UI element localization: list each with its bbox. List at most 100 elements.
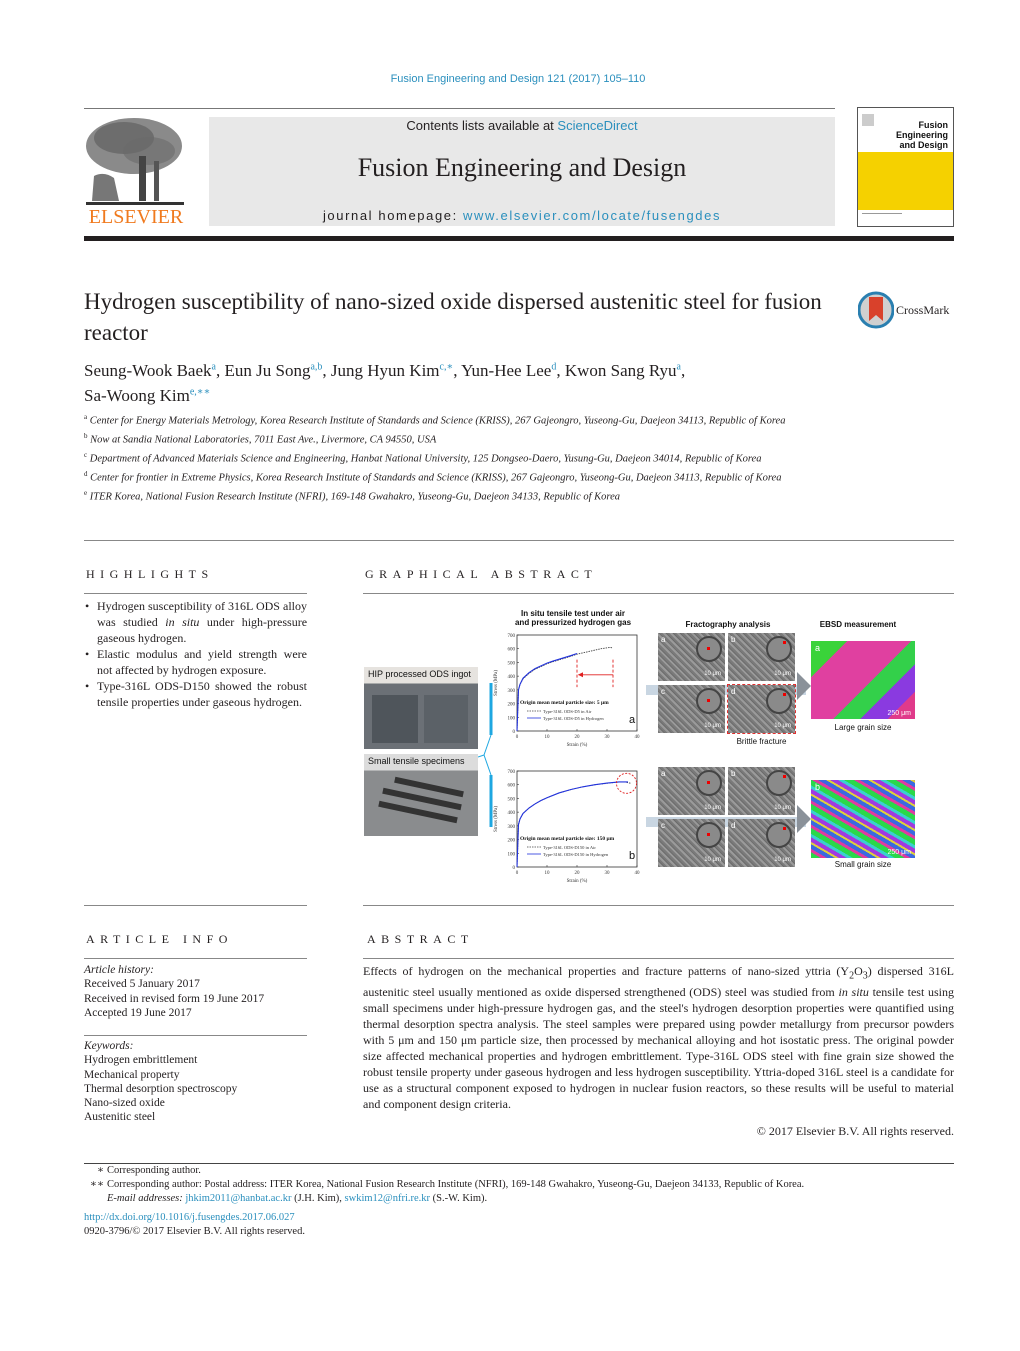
abstract-heading: ABSTRACT: [367, 932, 474, 946]
chart-title: In situ tensile test under air and press…: [503, 609, 643, 627]
author-name[interactable]: Yun-Hee Lee: [461, 361, 551, 380]
affil-text: Center for Energy Materials Metrology, K…: [89, 415, 786, 427]
footnote-mark: ∗∗: [89, 1179, 104, 1190]
author-name[interactable]: Sa-Woong Kim: [84, 386, 190, 405]
author-name[interactable]: Kwon Sang Ryu: [565, 361, 677, 380]
author-name[interactable]: Jung Hyun Kim: [331, 361, 440, 380]
crossmark-label: CrossMark: [896, 303, 950, 317]
author-name[interactable]: Seung-Wook Baek: [84, 361, 212, 380]
y-tick-label: 200: [508, 839, 516, 844]
footnote: ∗ Corresponding author.: [84, 1164, 954, 1178]
highlight-text: Elastic modulus and yield strength were …: [97, 647, 307, 677]
author[interactable]: Sa-Woong Kime,∗∗: [84, 386, 210, 405]
article-title: Hydrogen susceptibility of nano-sized ox…: [84, 289, 822, 345]
author-name[interactable]: Eun Ju Song: [224, 361, 310, 380]
divider: [84, 958, 307, 959]
abstract-segment: Effects of hydrogen on the mechanical pr…: [363, 964, 850, 978]
footnotes: ∗ Corresponding author. ∗∗ Corresponding a…: [84, 1164, 954, 1206]
affil-mark: d: [84, 469, 88, 478]
homepage-link[interactable]: www.elsevier.com/locate/fusengdes: [463, 208, 721, 223]
history-label: Article history:: [84, 964, 154, 976]
affil-mark: a: [84, 413, 88, 421]
x-axis-label: Strain (%): [567, 743, 588, 748]
y-tick-label: 600: [508, 784, 516, 789]
scale-bar: 250 μm: [887, 849, 912, 856]
author-affil-mark[interactable]: a,b: [310, 361, 322, 372]
inset: [766, 770, 792, 796]
separator: ,: [453, 360, 462, 380]
cover-yellow-band: [858, 152, 953, 210]
author[interactable]: Yun-Hee Leed,: [461, 361, 565, 380]
photo-label: HIP processed ODS ingot: [368, 669, 471, 679]
graphical-abstract-figure[interactable]: HIP processed ODS ingot Small tensile sp…: [363, 605, 954, 890]
affil-text: Now at Sandia National Laboratories, 701…: [90, 434, 437, 446]
cover-title-line2: and Design: [899, 140, 948, 150]
x-tick-label: 10: [545, 735, 551, 740]
panel-letter: c: [661, 687, 665, 696]
red-marker: [707, 833, 710, 836]
author-affil-mark[interactable]: c,∗: [440, 361, 454, 372]
contents-line: Contents lists available at ScienceDirec…: [209, 118, 835, 133]
divider: [363, 905, 954, 906]
red-marker: [783, 693, 786, 696]
arrow-right-icon: [797, 805, 811, 833]
inset: [766, 822, 792, 848]
chart-title-line2: and pressurized hydrogen gas: [514, 618, 632, 627]
keyword: Nano-sized oxide: [84, 1097, 165, 1110]
highlight-text: Type-316L ODS-D150 showed the robust ten…: [97, 679, 307, 709]
scale-bar: 10 μm: [774, 857, 791, 863]
y-tick-label: 500: [508, 661, 516, 666]
specimens-photo: Small tensile specimens: [364, 754, 478, 836]
doi-link[interactable]: http://dx.doi.org/10.1016/j.fusengdes.20…: [84, 1212, 295, 1223]
sciencedirect-link[interactable]: ScienceDirect: [557, 118, 637, 133]
panel-letter: a: [815, 643, 821, 653]
divider: [84, 1035, 307, 1036]
scale-bar: 10 μm: [704, 805, 721, 811]
x-tick-label: 20: [575, 871, 581, 876]
x-tick-label: 20: [575, 735, 581, 740]
ingot-block: [424, 695, 468, 743]
scale-bar: 250 μm: [887, 710, 912, 717]
scale-bar: 10 μm: [704, 723, 721, 729]
y-tick-label: 400: [508, 811, 516, 816]
affiliation: c Department of Advanced Materials Scien…: [84, 448, 844, 467]
y-tick-label: 100: [508, 716, 516, 721]
email-link[interactable]: jhkim2011@hanbat.ac.kr: [185, 1193, 291, 1204]
header-thick-rule: [84, 236, 954, 241]
author[interactable]: Eun Ju Songa,b,: [224, 361, 330, 380]
author[interactable]: Jung Hyun Kimc,∗,: [331, 361, 461, 380]
stress-strain-chart-a: 01002003004005006007000 10 20 30 40Strain (%…: [494, 634, 640, 748]
tree-icon: [86, 118, 184, 205]
ingot-photo: HIP processed ODS ingot: [364, 667, 478, 749]
article-history: Article history: Received 5 January 2017…: [84, 963, 307, 1020]
email-owner: (J.H. Kim),: [291, 1193, 345, 1204]
y-tick-label: 100: [508, 852, 516, 857]
divider: [84, 905, 307, 906]
footnote: ∗∗ Corresponding author: Postal address: …: [84, 1178, 954, 1192]
author[interactable]: Seung-Wook Baeka,: [84, 361, 224, 380]
legend-label: Type-316L ODS-D5 in Hydrogen: [543, 716, 604, 721]
journal-cover-thumbnail[interactable]: Fusion Engineering and Design: [857, 107, 954, 227]
inset: [696, 688, 722, 714]
legend-label: Type-316L ODS-D5 in Air: [543, 709, 592, 714]
inset: [696, 770, 722, 796]
author-affil-mark[interactable]: e,∗∗: [190, 387, 211, 398]
abstract-segment: tensile test using small specimens under…: [363, 985, 955, 1112]
highlight-item: Hydrogen susceptibility of 316L ODS allo…: [84, 598, 307, 646]
author[interactable]: Kwon Sang Ryua,: [565, 361, 685, 380]
panel-letter: d: [731, 821, 736, 830]
footnote-text: Corresponding author: Postal address: IT…: [107, 1179, 805, 1190]
sem-image: d 10 μm: [727, 684, 796, 734]
affil-text: Department of Advanced Materials Science…: [89, 453, 762, 465]
journal-banner: Contents lists available at ScienceDirec…: [209, 117, 835, 226]
journal-citation[interactable]: Fusion Engineering and Design 121 (2017)…: [0, 73, 1020, 85]
email-link[interactable]: swkim12@nfri.re.kr: [345, 1193, 431, 1204]
graphical-abstract-heading: GRAPHICAL ABSTRACT: [365, 567, 598, 581]
sem-image: a 10 μm: [658, 633, 725, 681]
crossmark-badge[interactable]: CrossMark: [857, 291, 958, 331]
cover-logo: [862, 114, 874, 126]
red-marker: [707, 699, 710, 702]
keyword: Thermal desorption spectroscopy: [84, 1082, 238, 1095]
brittle-label: Brittle fracture: [736, 737, 787, 746]
article-info-heading: ARTICLE INFO: [86, 932, 233, 946]
